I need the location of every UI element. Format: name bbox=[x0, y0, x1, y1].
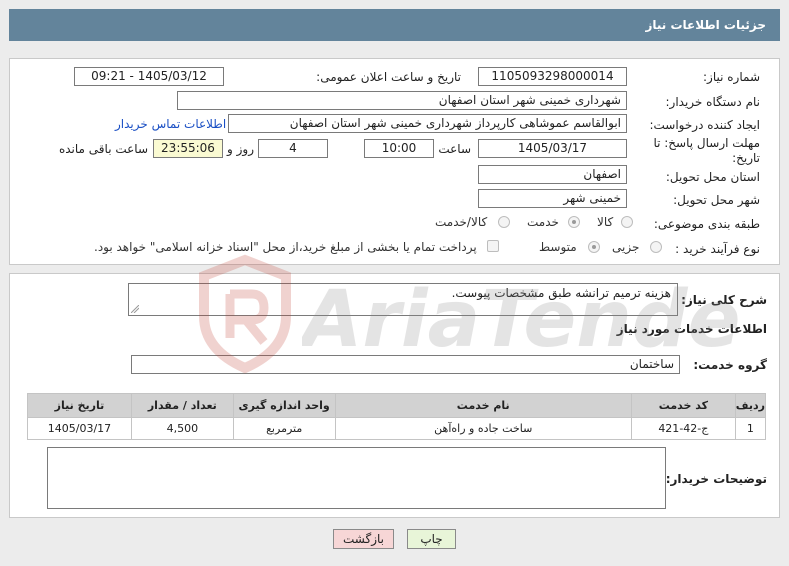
cell-unit: مترمربع bbox=[232, 417, 336, 440]
need-info-panel bbox=[9, 58, 780, 265]
creator-field: ابوالقاسم عموشاهی کارپرداز شهرداری خمینی… bbox=[228, 114, 627, 133]
page-header: جزئیات اطلاعات نیاز bbox=[9, 9, 780, 41]
announce-field: 1405/03/12 - 09:21 bbox=[74, 67, 224, 86]
announce-label: تاریخ و ساعت اعلان عمومی: bbox=[316, 70, 461, 84]
back-button[interactable]: بازگشت bbox=[333, 529, 394, 549]
col-date: تاریخ نیاز bbox=[27, 393, 132, 418]
city-label: شهر محل تحویل: bbox=[673, 193, 760, 207]
cell-index: 1 bbox=[734, 417, 767, 440]
buyer-label: نام دستگاه خریدار: bbox=[665, 95, 761, 109]
category-radio-service[interactable] bbox=[568, 216, 580, 228]
category-label: طبقه بندی موضوعی: bbox=[653, 217, 760, 231]
cell-qty: 4,500 bbox=[130, 417, 234, 440]
creator-label: ایجاد کننده درخواست: bbox=[649, 118, 760, 132]
col-name: نام خدمت bbox=[334, 393, 632, 418]
city-field: خمینی شهر bbox=[478, 189, 627, 208]
deadline-label-date: تاریخ: bbox=[732, 151, 760, 165]
time-remaining-label: ساعت باقی مانده bbox=[58, 142, 148, 156]
treasury-payment-note: پرداخت تمام یا بخشی از مبلغ خرید،از محل … bbox=[94, 240, 477, 254]
deadline-time-label: ساعت bbox=[438, 142, 471, 156]
buyer-field: شهرداری خمینی شهر استان اصفهان bbox=[177, 91, 627, 110]
services-section-title: اطلاعات خدمات مورد نیاز bbox=[616, 322, 767, 336]
deadline-time-field: 10:00 bbox=[364, 139, 434, 158]
resize-grip-icon[interactable] bbox=[131, 305, 139, 313]
col-index: ردیف bbox=[734, 393, 767, 418]
col-unit: واحد اندازه گیری bbox=[232, 393, 336, 418]
deadline-label: مهلت ارسال پاسخ: تا bbox=[653, 136, 760, 150]
print-button[interactable]: چاپ bbox=[407, 529, 456, 549]
col-code: کد خدمت bbox=[630, 393, 736, 418]
category-radio-goods[interactable] bbox=[621, 216, 633, 228]
col-qty: تعداد / مقدار bbox=[130, 393, 234, 418]
cell-date: 1405/03/17 bbox=[27, 417, 132, 440]
services-table: ردیف کد خدمت نام خدمت واحد اندازه گیری ت… bbox=[27, 393, 767, 440]
service-group-field: ساختمان bbox=[131, 355, 680, 374]
days-label: روز و bbox=[227, 142, 254, 156]
treasury-payment-checkbox[interactable] bbox=[487, 240, 499, 252]
category-radio-goods-service[interactable] bbox=[498, 216, 510, 228]
process-radio-medium[interactable] bbox=[588, 241, 600, 253]
province-field: اصفهان bbox=[478, 165, 627, 184]
buyer-contact-link[interactable]: اطلاعات تماس خریدار bbox=[115, 117, 226, 131]
summary-label: شرح کلی نیاز: bbox=[681, 293, 767, 307]
buyer-notes-label: توضیحات خریدار: bbox=[665, 472, 767, 486]
buyer-notes-textarea[interactable] bbox=[47, 447, 666, 509]
deadline-date-field: 1405/03/17 bbox=[478, 139, 627, 158]
category-option-goods: کالا bbox=[597, 215, 614, 229]
summary-text: هزینه ترمیم ترانشه طبق مشخصات پیوست. bbox=[451, 286, 671, 300]
need-number-label: شماره نیاز: bbox=[703, 70, 760, 84]
process-option-medium: متوسط bbox=[539, 240, 577, 254]
category-option-service: خدمت bbox=[527, 215, 559, 229]
cell-name: ساخت جاده و راه‌آهن bbox=[334, 417, 632, 440]
summary-textarea: هزینه ترمیم ترانشه طبق مشخصات پیوست. bbox=[128, 283, 678, 316]
process-label: نوع فرآیند خرید : bbox=[675, 242, 760, 256]
process-radio-minor[interactable] bbox=[650, 241, 662, 253]
days-remaining-field: 4 bbox=[258, 139, 328, 158]
page-title: جزئیات اطلاعات نیاز bbox=[645, 18, 766, 32]
cell-code: ج-42-421 bbox=[630, 417, 736, 440]
need-number-field: 1105093298000014 bbox=[478, 67, 627, 86]
time-remaining-field: 23:55:06 bbox=[153, 139, 223, 158]
table-header-row: ردیف کد خدمت نام خدمت واحد اندازه گیری ت… bbox=[27, 393, 767, 418]
service-group-label: گروه خدمت: bbox=[693, 358, 767, 372]
province-label: استان محل تحویل: bbox=[665, 170, 760, 184]
process-option-minor: جزیی bbox=[612, 240, 640, 254]
table-row: 1 ج-42-421 ساخت جاده و راه‌آهن مترمربع 4… bbox=[27, 417, 767, 440]
category-option-goods-service: کالا/خدمت bbox=[435, 215, 488, 229]
